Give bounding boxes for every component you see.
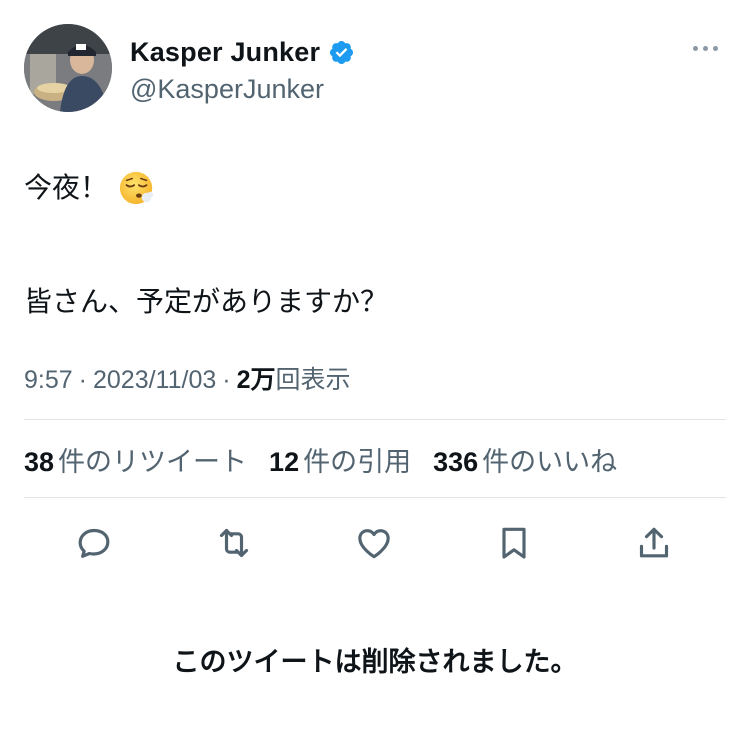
likes-stat[interactable]: 336 件のいいね bbox=[433, 440, 617, 479]
like-button[interactable] bbox=[350, 515, 398, 571]
bookmark-icon bbox=[502, 527, 526, 559]
views-label: 回表示 bbox=[275, 366, 351, 394]
deleted-notice: このツイートは削除されました。 bbox=[172, 647, 578, 677]
tweet-line-1-text: 今夜！ bbox=[24, 172, 109, 203]
action-bar bbox=[0, 515, 750, 571]
tweet-meta: 9:57 · 2023/11/03 · 2万 回表示 bbox=[24, 360, 351, 396]
display-name[interactable]: Kasper Junker bbox=[130, 37, 320, 68]
more-options-icon[interactable] bbox=[688, 38, 722, 58]
divider-top bbox=[24, 419, 726, 420]
tweet-date[interactable]: 2023/11/03 bbox=[93, 366, 216, 395]
share-button[interactable] bbox=[630, 515, 678, 571]
avatar[interactable] bbox=[24, 24, 112, 112]
divider-bottom bbox=[24, 497, 726, 498]
face-exhaling-emoji-icon bbox=[119, 171, 154, 205]
tweet-line-2-text: 皆さん、予定がありますか？ bbox=[24, 286, 389, 317]
engagement-stats: 38 件のリツイート 12 件の引用 336 件のいいね bbox=[24, 440, 639, 479]
quotes-label: 件の引用 bbox=[303, 447, 412, 477]
like-icon bbox=[358, 529, 390, 559]
bookmark-button[interactable] bbox=[490, 515, 538, 571]
quotes-count: 12 bbox=[269, 447, 300, 477]
likes-count: 336 bbox=[433, 447, 479, 477]
more-dot bbox=[692, 45, 698, 51]
tweet-line-2: 皆さん、予定がありますか？ bbox=[24, 274, 726, 330]
views-count: 2万 bbox=[236, 366, 276, 394]
more-dot bbox=[712, 45, 718, 51]
tweet-time[interactable]: 9:57 bbox=[24, 366, 73, 395]
retweets-stat[interactable]: 38 件のリツイート bbox=[24, 440, 247, 479]
profile-photo-icon bbox=[24, 24, 112, 112]
retweets-count: 38 bbox=[24, 447, 55, 477]
meta-separator: · bbox=[222, 366, 231, 394]
share-icon bbox=[639, 527, 669, 558]
verified-badge-icon bbox=[330, 40, 354, 64]
reply-button[interactable] bbox=[70, 515, 118, 571]
retweet-icon bbox=[219, 528, 249, 558]
quotes-stat[interactable]: 12 件の引用 bbox=[269, 440, 411, 479]
retweet-button[interactable] bbox=[210, 515, 258, 571]
display-name-row: Kasper Junker bbox=[130, 34, 355, 70]
likes-label: 件のいいね bbox=[482, 447, 618, 477]
author-info: Kasper Junker @KasperJunker bbox=[130, 34, 355, 105]
tweet-header: Kasper Junker @KasperJunker bbox=[24, 24, 726, 116]
retweets-label: 件のリツイート bbox=[58, 447, 248, 477]
more-dot bbox=[702, 45, 708, 51]
reply-icon bbox=[78, 528, 110, 558]
meta-separator: · bbox=[78, 366, 87, 394]
handle[interactable]: @KasperJunker bbox=[130, 74, 355, 105]
tweet-line-1: 今夜！ bbox=[24, 160, 726, 216]
tweet-text: 今夜！ 皆さん、予定がありますか？ bbox=[24, 160, 726, 330]
